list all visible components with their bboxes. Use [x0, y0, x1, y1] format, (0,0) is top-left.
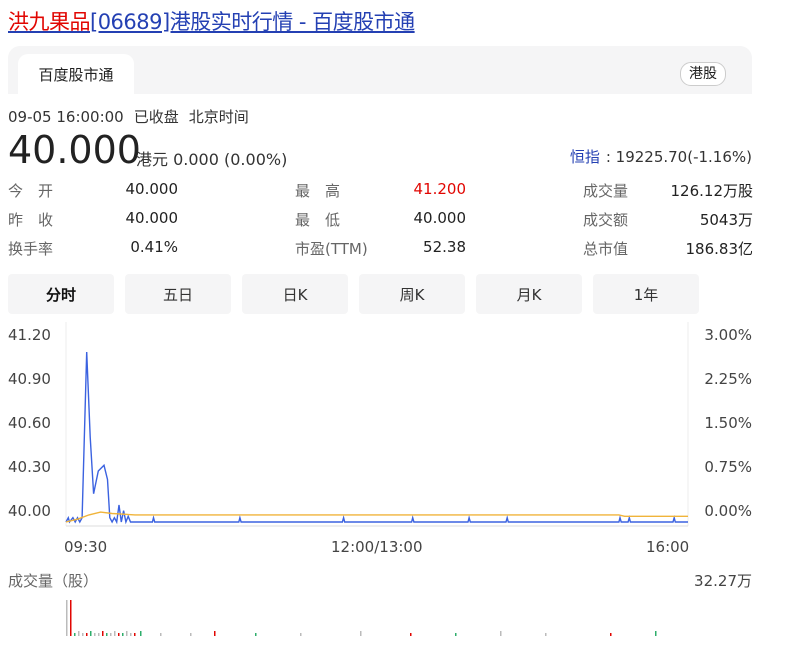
volume-bar — [214, 631, 216, 636]
volume-bar — [134, 633, 136, 636]
volume-bar — [545, 633, 547, 636]
intraday-chart[interactable] — [0, 0, 800, 646]
volume-bar — [118, 633, 120, 636]
volume-bar — [66, 600, 68, 636]
volume-max: 32.27万 — [694, 572, 752, 590]
volume-bar — [410, 633, 412, 636]
price-line — [65, 351, 688, 525]
volume-bar — [500, 631, 502, 636]
volume-bar — [90, 631, 92, 636]
volume-bar — [114, 631, 116, 636]
volume-bar — [78, 631, 80, 636]
volume-bar — [255, 633, 257, 636]
volume-bar — [360, 631, 362, 636]
volume-bar — [126, 631, 128, 636]
volume-bar — [86, 633, 88, 636]
volume-bar — [94, 633, 96, 636]
series-layer — [65, 351, 688, 525]
volume-bar — [82, 633, 84, 636]
volume-bar — [610, 633, 612, 636]
volume-bar — [122, 633, 124, 636]
volume-bar — [70, 600, 72, 636]
volume-bar — [140, 631, 142, 636]
volume-bar — [102, 631, 104, 636]
volume-bar — [455, 633, 457, 636]
volume-bar — [655, 631, 657, 636]
volume-bar — [300, 633, 302, 636]
volume-bar — [74, 633, 76, 636]
volume-title: 成交量（股） — [8, 572, 99, 590]
volume-bar — [130, 633, 132, 636]
average-price-line — [65, 511, 688, 523]
volume-bar — [160, 633, 162, 636]
volume-bar — [106, 633, 108, 636]
volume-bars — [66, 600, 657, 636]
volume-bar — [190, 633, 192, 636]
volume-bar — [98, 633, 100, 636]
volume-bar — [110, 633, 112, 636]
